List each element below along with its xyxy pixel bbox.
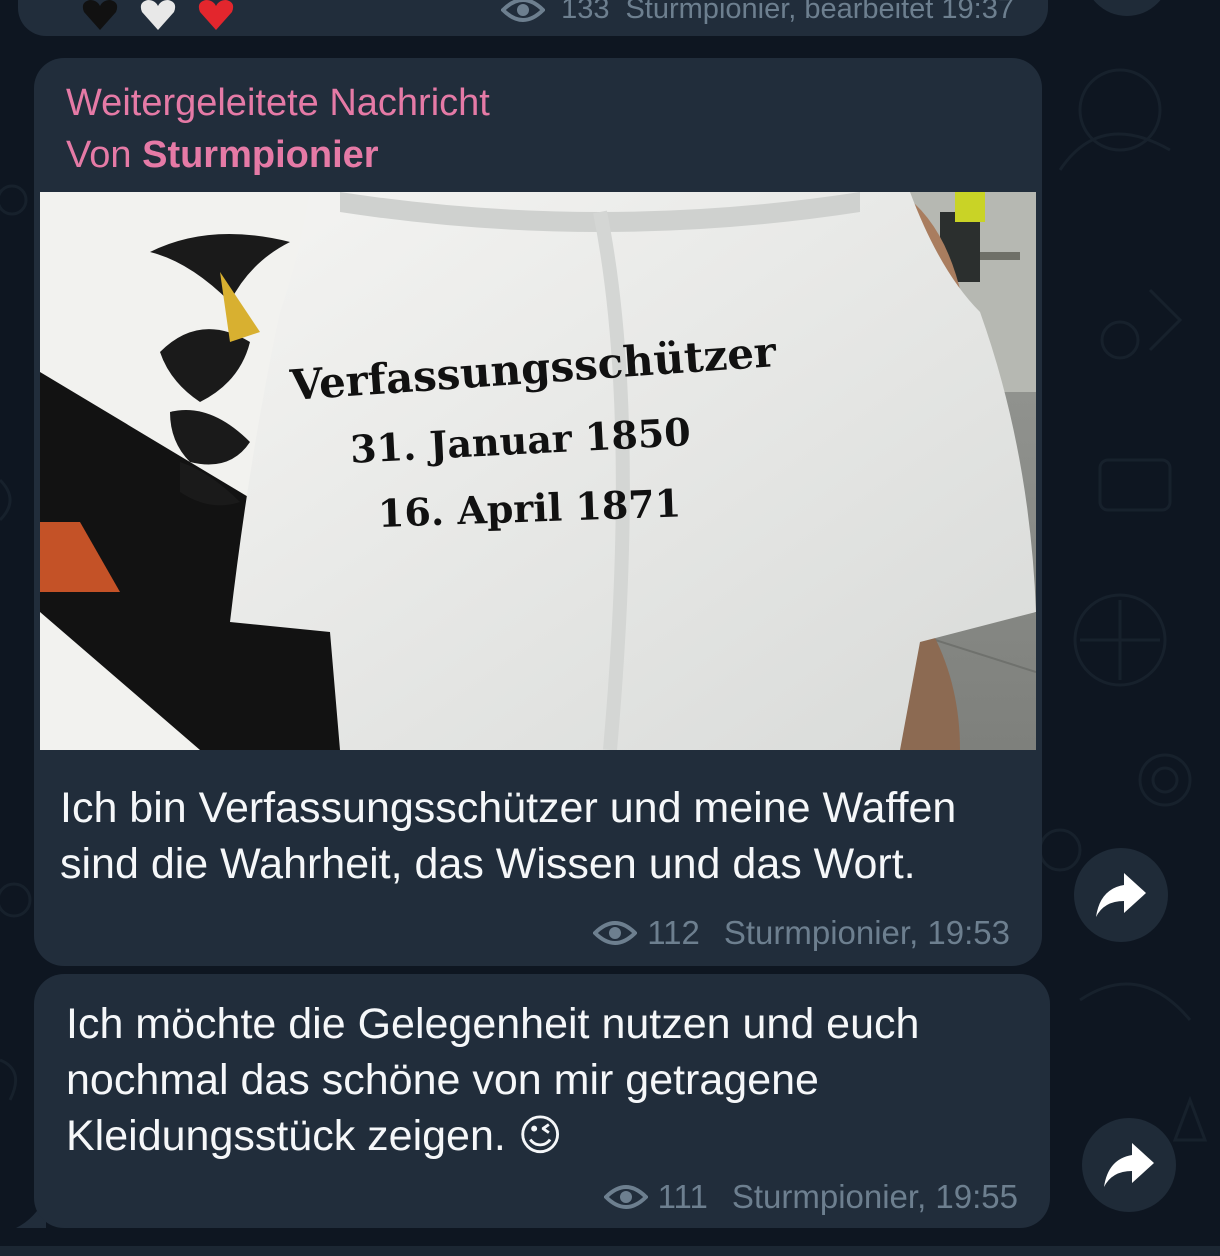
message-photo[interactable]: Verfassungsschützer 31. Januar 1850 16. … <box>40 192 1036 750</box>
forwarded-view-count: 112 <box>647 914 700 951</box>
forwarded-from[interactable]: Von Sturmpionier <box>66 130 379 180</box>
share-arrow-icon <box>1104 1143 1154 1187</box>
forward-button[interactable] <box>1074 848 1168 942</box>
message-meta: 111 Sturmpionier, 19:55 <box>603 1178 1018 1216</box>
black-heart-icon[interactable] <box>82 0 118 30</box>
eye-icon <box>501 0 546 22</box>
forwarded-header: Weitergeleitete Nachricht <box>66 82 490 124</box>
forwarded-from-name[interactable]: Sturmpionier <box>142 134 378 176</box>
red-heart-icon[interactable] <box>198 0 234 30</box>
top-view-count: 133 <box>561 0 610 25</box>
white-heart-icon[interactable] <box>140 0 176 30</box>
forwarded-message-bubble[interactable]: Weitergeleitete Nachricht Von Sturmpioni… <box>34 58 1042 966</box>
wink-emoji: 😉 <box>517 1112 563 1160</box>
eye-icon <box>603 1185 648 1209</box>
share-arrow-icon <box>1096 873 1146 917</box>
forwarded-message-text: Ich bin Verfassungsschützer und meine Wa… <box>60 784 957 888</box>
forwarded-author-time: Sturmpionier, 19:53 <box>723 914 1010 951</box>
message-author-time: Sturmpionier, 19:55 <box>731 1178 1018 1215</box>
bottom-divider <box>0 1246 1220 1256</box>
reactions-row <box>82 0 234 30</box>
photo-illustration: Verfassungsschützer 31. Januar 1850 16. … <box>40 192 1036 750</box>
forwarded-from-prefix: Von <box>66 134 132 176</box>
message-bubble[interactable]: Ich möchte die Gelegenheit nutzen und eu… <box>34 974 1050 1228</box>
message-text-body: Ich möchte die Gelegenheit nutzen und eu… <box>66 1000 920 1160</box>
top-message-bubble: 133 Sturmpionier, bearbeitet 19:37 <box>18 0 1048 36</box>
forward-button-second[interactable] <box>1082 1118 1176 1212</box>
message-text: Ich möchte die Gelegenheit nutzen und eu… <box>66 996 1026 1164</box>
top-author-time: Sturmpionier, bearbeitet 19:37 <box>625 0 1014 25</box>
forwarded-message-meta: 112 Sturmpionier, 19:53 <box>593 914 1010 952</box>
message-view-count: 111 <box>657 1178 708 1215</box>
eye-icon <box>593 921 638 945</box>
top-message-meta: 133 Sturmpionier, bearbeitet 19:37 <box>501 0 1014 26</box>
